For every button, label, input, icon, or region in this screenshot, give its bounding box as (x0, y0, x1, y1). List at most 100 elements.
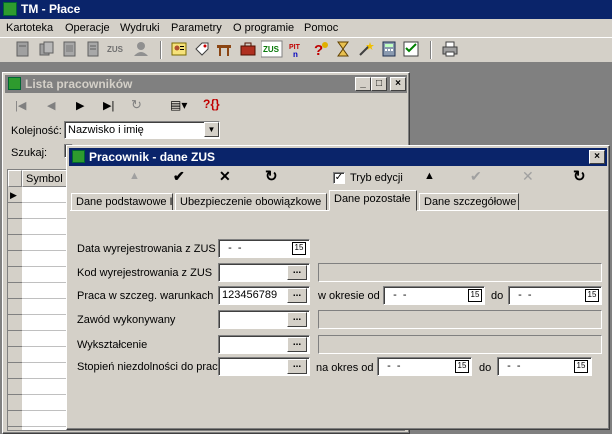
dialog-title: Pracownik - dane ZUS (89, 150, 216, 164)
disability-period-label: na okres od (316, 362, 374, 374)
employee-card-icon[interactable] (14, 40, 32, 58)
column-symbol-label: Symbol (26, 173, 63, 185)
deregistration-code-description (318, 263, 602, 282)
deregistration-code-lookup-button[interactable]: ... (287, 265, 307, 280)
insert-icon[interactable]: ▲ (129, 170, 140, 182)
briefcase-icon[interactable] (239, 40, 257, 58)
special-conditions-value: 123456789 (222, 289, 278, 301)
special-period-to-label: do (491, 290, 504, 302)
menu-o-programie[interactable]: O programie (233, 22, 294, 34)
zus-gray-icon[interactable]: ZUS (106, 40, 128, 58)
tab-ubezpieczenie-label: Ubezpieczenie obowiązkowe (180, 196, 322, 208)
cancel-icon[interactable]: ✕ (219, 168, 231, 185)
disability-label: Stopień niezdolności do pracy (77, 361, 224, 373)
pit-icon[interactable]: PIT n (288, 40, 306, 59)
deregistration-date-label: Data wyrejestrowania z ZUS (77, 243, 216, 255)
employee-list-icon[interactable] (170, 40, 188, 58)
menu-wydruki[interactable]: Wydruki (120, 22, 160, 34)
svg-text:ZUS: ZUS (263, 45, 280, 54)
toolbar-separator-2 (430, 41, 432, 59)
maximize-button[interactable]: □ (371, 77, 387, 91)
magic-wand-icon[interactable] (357, 40, 375, 58)
deregistration-date-value: - - (222, 242, 242, 254)
table-icon[interactable] (215, 40, 233, 58)
dialog-title-bar: Pracownik - dane ZUS × (69, 148, 607, 166)
filter-help-icon[interactable]: ?{} (203, 97, 220, 111)
list-window-icon (8, 77, 21, 90)
tab-ubezpieczenie[interactable]: Ubezpieczenie obowiązkowe (175, 193, 327, 211)
occupation-description (318, 310, 602, 329)
svg-text:ZUS: ZUS (107, 45, 124, 54)
post-disabled-icon[interactable]: ✔ (470, 168, 482, 185)
close-button[interactable]: × (390, 77, 406, 91)
refresh-right-icon[interactable]: ↻ (573, 167, 586, 185)
order-label: Kolejność: (11, 125, 62, 137)
education-lookup-button[interactable]: ... (287, 337, 307, 352)
calculator-icon[interactable] (380, 40, 398, 58)
disability-to-value: - - (501, 360, 521, 372)
cancel-disabled-icon[interactable]: ✕ (522, 168, 534, 185)
app-title-bar: TM - Płace (0, 0, 612, 19)
tag-icon[interactable] (193, 40, 211, 58)
occupation-lookup-button[interactable]: ... (287, 312, 307, 327)
occupation-label: Zawód wykonywany (77, 314, 176, 326)
menu-kartoteka[interactable]: Kartoteka (6, 22, 53, 34)
disability-lookup-button[interactable]: ... (287, 359, 307, 374)
search-label: Szukaj: (11, 147, 48, 159)
special-period-to-value: - - (512, 289, 532, 301)
svg-text:n: n (293, 50, 298, 58)
special-period-from-label: w okresie od (318, 290, 380, 302)
grid-row-indicator-column (8, 187, 22, 430)
tab-dane-pozostale-label: Dane pozostałe (334, 193, 411, 205)
calendar-icon[interactable]: 15 (292, 242, 306, 255)
confirm-icon[interactable]: ✔ (173, 168, 185, 185)
tab-dane-pozostale[interactable]: Dane pozostałe (329, 190, 417, 211)
hourglass-icon[interactable] (334, 40, 352, 58)
special-conditions-lookup-button[interactable]: ... (287, 288, 307, 303)
printer-icon[interactable] (441, 40, 459, 58)
checklist-icon[interactable] (402, 40, 420, 58)
documents-icon[interactable] (38, 40, 56, 58)
calendar-icon[interactable]: 15 (468, 289, 482, 302)
menu-operacje[interactable]: Operacje (65, 22, 110, 34)
pages-icon[interactable] (61, 40, 79, 58)
list-window-title-bar: Lista pracowników _ □ × (5, 75, 407, 93)
app-icon (3, 2, 17, 16)
list-window-title: Lista pracowników (25, 77, 133, 91)
deregistration-code-label: Kod wyrejestrowania z ZUS (77, 267, 213, 279)
menu-bar: Kartoteka Operacje Wydruki Parametry O p… (0, 19, 612, 37)
education-description (318, 335, 602, 354)
nav-prev-icon[interactable]: ◀ (47, 99, 55, 112)
zus-icon[interactable]: ZUS (260, 40, 283, 58)
report-icon[interactable]: ▤▾ (170, 98, 187, 112)
dropdown-arrow-icon[interactable]: ▼ (204, 122, 219, 137)
tab-dane-podstawowe[interactable]: Dane podstawowe I (71, 193, 173, 211)
menu-pomoc[interactable]: Pomoc (304, 22, 338, 34)
nav-refresh-icon[interactable]: ↻ (131, 97, 142, 113)
minimize-button[interactable]: _ (355, 77, 371, 91)
nav-first-icon[interactable]: |◀ (15, 99, 26, 112)
zus-data-dialog: Pracownik - dane ZUS × ▲ ✔ ✕ ↻ ✓ Tryb ed… (66, 145, 610, 430)
move-up-icon[interactable]: ▲ (424, 170, 435, 182)
person-icon[interactable] (132, 40, 150, 58)
app-title: TM - Płace (21, 2, 81, 16)
calendar-icon[interactable]: 15 (574, 360, 588, 373)
edit-mode-checkbox[interactable]: ✓ (333, 172, 345, 184)
file-icon[interactable] (84, 40, 102, 58)
tab-dane-szczegolowe[interactable]: Dane szczegółowe (419, 193, 519, 211)
edit-mode-label[interactable]: Tryb edycji (350, 172, 403, 184)
special-conditions-label: Praca w szczeg. warunkach (77, 290, 214, 302)
order-select[interactable]: Nazwisko i imię ▼ (64, 121, 220, 139)
dialog-close-button[interactable]: × (589, 150, 605, 164)
disability-from-value: - - (381, 360, 401, 372)
help-question-icon[interactable]: ? (311, 40, 329, 59)
disability-to-label: do (479, 362, 492, 374)
nav-next-icon[interactable]: ▶ (76, 99, 84, 112)
refresh-icon[interactable]: ↻ (265, 167, 278, 185)
calendar-icon[interactable]: 15 (585, 289, 599, 302)
education-label: Wykształcenie (77, 339, 148, 351)
calendar-icon[interactable]: 15 (455, 360, 469, 373)
menu-parametry[interactable]: Parametry (171, 22, 222, 34)
nav-last-icon[interactable]: ▶| (103, 99, 114, 112)
grid-header-symbol[interactable]: Symbol (22, 170, 72, 187)
